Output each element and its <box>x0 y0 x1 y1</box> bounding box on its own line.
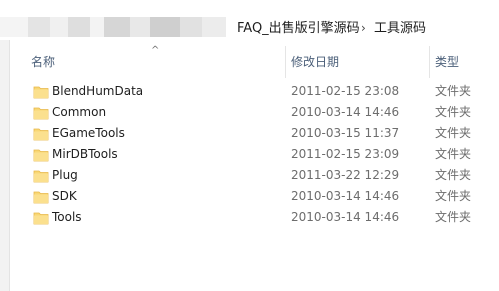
file-name: SDK <box>52 189 77 203</box>
folder-icon <box>33 84 49 99</box>
file-name: BlendHumData <box>52 84 144 98</box>
column-header-name[interactable]: 名称 <box>31 55 55 69</box>
file-row[interactable]: Common 2010-03-14 14:46 文件夹 <box>10 102 499 123</box>
blurred-path-segment <box>150 17 180 37</box>
folder-icon <box>33 105 49 120</box>
file-modified: 2011-02-15 23:09 <box>291 147 400 161</box>
address-bar[interactable]: FAQ_出售版引擎源码 › 工具源码 <box>0 0 499 40</box>
blurred-path-segment <box>90 17 104 37</box>
file-type: 文件夹 <box>435 168 472 182</box>
file-row[interactable]: SDK 2010-03-14 14:46 文件夹 <box>10 186 499 207</box>
file-type: 文件夹 <box>435 147 472 161</box>
file-name: Tools <box>52 210 82 224</box>
file-name: Plug <box>52 168 78 182</box>
blurred-path-segment <box>28 17 50 37</box>
blurred-path-segment <box>104 17 130 37</box>
folder-icon <box>33 126 49 141</box>
blurred-path-segment <box>202 17 226 37</box>
file-modified: 2011-03-22 12:29 <box>291 168 400 182</box>
breadcrumb-separator-icon[interactable]: › <box>361 20 366 36</box>
file-row[interactable]: BlendHumData 2011-02-15 23:08 文件夹 <box>10 81 499 102</box>
blurred-path-segment <box>50 17 68 37</box>
blurred-path-segment <box>68 17 90 37</box>
breadcrumb-segment[interactable]: 工具源码 <box>374 21 426 37</box>
breadcrumb-segment[interactable]: FAQ_出售版引擎源码 <box>237 21 360 37</box>
navigation-pane[interactable] <box>0 40 10 291</box>
file-row[interactable]: MirDBTools 2011-02-15 23:09 文件夹 <box>10 144 499 165</box>
file-type: 文件夹 <box>435 126 472 140</box>
file-type: 文件夹 <box>435 210 472 224</box>
column-divider[interactable] <box>285 46 286 78</box>
column-header-modified[interactable]: 修改日期 <box>291 55 339 69</box>
file-row[interactable]: EGameTools 2010-03-15 11:37 文件夹 <box>10 123 499 144</box>
file-modified: 2010-03-14 14:46 <box>291 210 400 224</box>
file-row[interactable]: Plug 2011-03-22 12:29 文件夹 <box>10 165 499 186</box>
file-modified: 2011-02-15 23:08 <box>291 84 400 98</box>
blurred-path-segment <box>180 17 202 37</box>
folder-icon <box>33 147 49 162</box>
file-modified: 2010-03-15 11:37 <box>291 126 400 140</box>
blurred-path-segment <box>130 17 150 37</box>
blurred-path-segment <box>0 17 28 37</box>
column-header-type[interactable]: 类型 <box>435 55 459 69</box>
folder-icon <box>33 210 49 225</box>
file-row[interactable]: Tools 2010-03-14 14:46 文件夹 <box>10 207 499 228</box>
folder-icon <box>33 189 49 204</box>
file-modified: 2010-03-14 14:46 <box>291 189 400 203</box>
column-header-row: 名称 修改日期 类型 <box>10 46 499 78</box>
file-name: Common <box>52 105 107 119</box>
file-name: MirDBTools <box>52 147 118 161</box>
folder-icon <box>33 168 49 183</box>
file-type: 文件夹 <box>435 105 472 119</box>
column-divider[interactable] <box>429 46 430 78</box>
file-type: 文件夹 <box>435 189 472 203</box>
file-type: 文件夹 <box>435 84 472 98</box>
file-name: EGameTools <box>52 126 125 140</box>
file-modified: 2010-03-14 14:46 <box>291 105 400 119</box>
